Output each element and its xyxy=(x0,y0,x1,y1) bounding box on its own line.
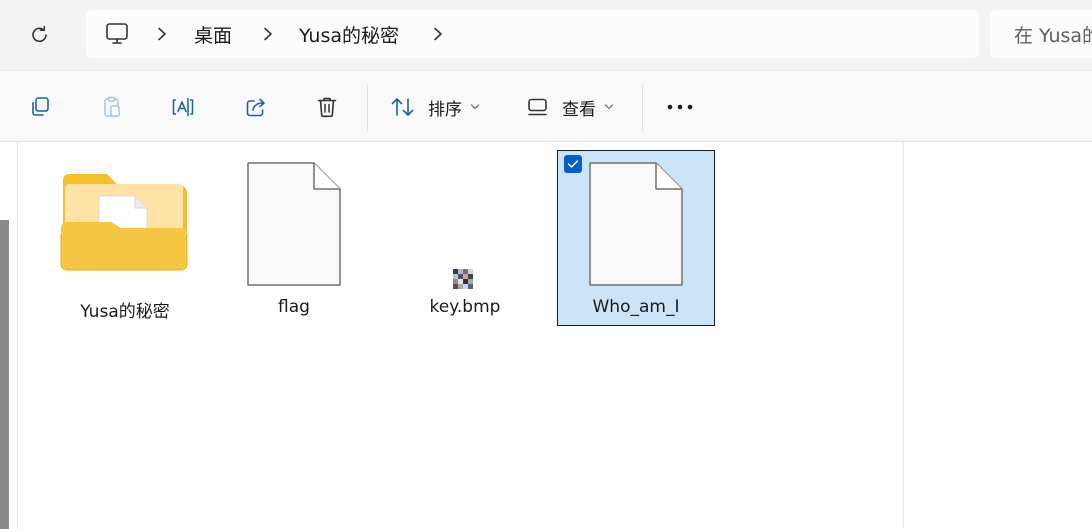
file-tile-flag[interactable]: flag xyxy=(215,150,373,326)
breadcrumb-item-desktop[interactable]: 桌面 xyxy=(194,10,232,58)
view-layout-icon xyxy=(528,98,547,116)
breadcrumb[interactable]: 桌面 Yusa的秘密 xyxy=(86,10,979,58)
file-tile-key-bmp[interactable]: key.bmp xyxy=(386,150,544,326)
toolbar-divider xyxy=(642,85,643,131)
paste-button[interactable] xyxy=(96,89,128,125)
blank-file-icon xyxy=(247,162,341,286)
chevron-right-icon[interactable] xyxy=(258,24,278,44)
search-input[interactable]: 在 Yusa的 xyxy=(990,10,1092,58)
share-icon xyxy=(246,98,265,117)
bitmap-thumbnail-icon xyxy=(453,269,473,289)
selection-checkbox[interactable] xyxy=(564,155,582,173)
sort-button[interactable]: 排序 xyxy=(390,89,480,125)
this-pc-breadcrumb[interactable] xyxy=(104,10,130,58)
scrollbar-thumb[interactable] xyxy=(0,220,9,529)
details-pane-divider xyxy=(903,142,904,529)
more-dots-icon xyxy=(667,104,693,110)
view-label: 查看 xyxy=(562,99,596,120)
copy-icon xyxy=(32,97,49,116)
chevron-right-icon[interactable] xyxy=(152,24,172,44)
breadcrumb-item-yusa-secret[interactable]: Yusa的秘密 xyxy=(299,10,399,58)
file-tile-who-am-i[interactable]: Who_am_I xyxy=(557,150,715,326)
file-name: flag xyxy=(278,297,310,317)
file-name: key.bmp xyxy=(429,297,501,317)
clipboard-icon xyxy=(104,96,120,117)
refresh-button[interactable] xyxy=(24,19,56,51)
blank-file-icon xyxy=(589,162,683,286)
chevron-down-icon xyxy=(470,103,480,111)
trash-icon xyxy=(317,97,337,118)
file-name: Who_am_I xyxy=(592,297,680,317)
copy-button[interactable] xyxy=(24,89,56,125)
rename-icon xyxy=(172,98,194,116)
folder-icon xyxy=(60,174,188,271)
delete-button[interactable] xyxy=(311,89,343,125)
address-bar-row: 桌面 Yusa的秘密 在 Yusa的 xyxy=(0,0,1092,70)
folder-tile-yusa-secret[interactable]: Yusa的秘密 xyxy=(46,150,204,326)
checkmark-icon xyxy=(567,160,579,168)
sort-label: 排序 xyxy=(428,99,462,120)
command-toolbar: 排序 查看 xyxy=(0,70,1092,142)
rename-button[interactable] xyxy=(167,89,199,125)
sort-arrows-icon xyxy=(391,98,414,116)
toolbar-divider xyxy=(367,85,368,131)
chevron-right-icon[interactable] xyxy=(428,24,448,44)
file-name: Yusa的秘密 xyxy=(80,302,170,322)
share-button[interactable] xyxy=(240,89,272,125)
view-button[interactable]: 查看 xyxy=(526,89,614,125)
navigation-pane-edge xyxy=(0,142,18,529)
more-options-button[interactable] xyxy=(664,89,696,125)
refresh-icon xyxy=(32,25,47,43)
chevron-down-icon xyxy=(604,103,614,111)
monitor-icon xyxy=(106,23,128,44)
